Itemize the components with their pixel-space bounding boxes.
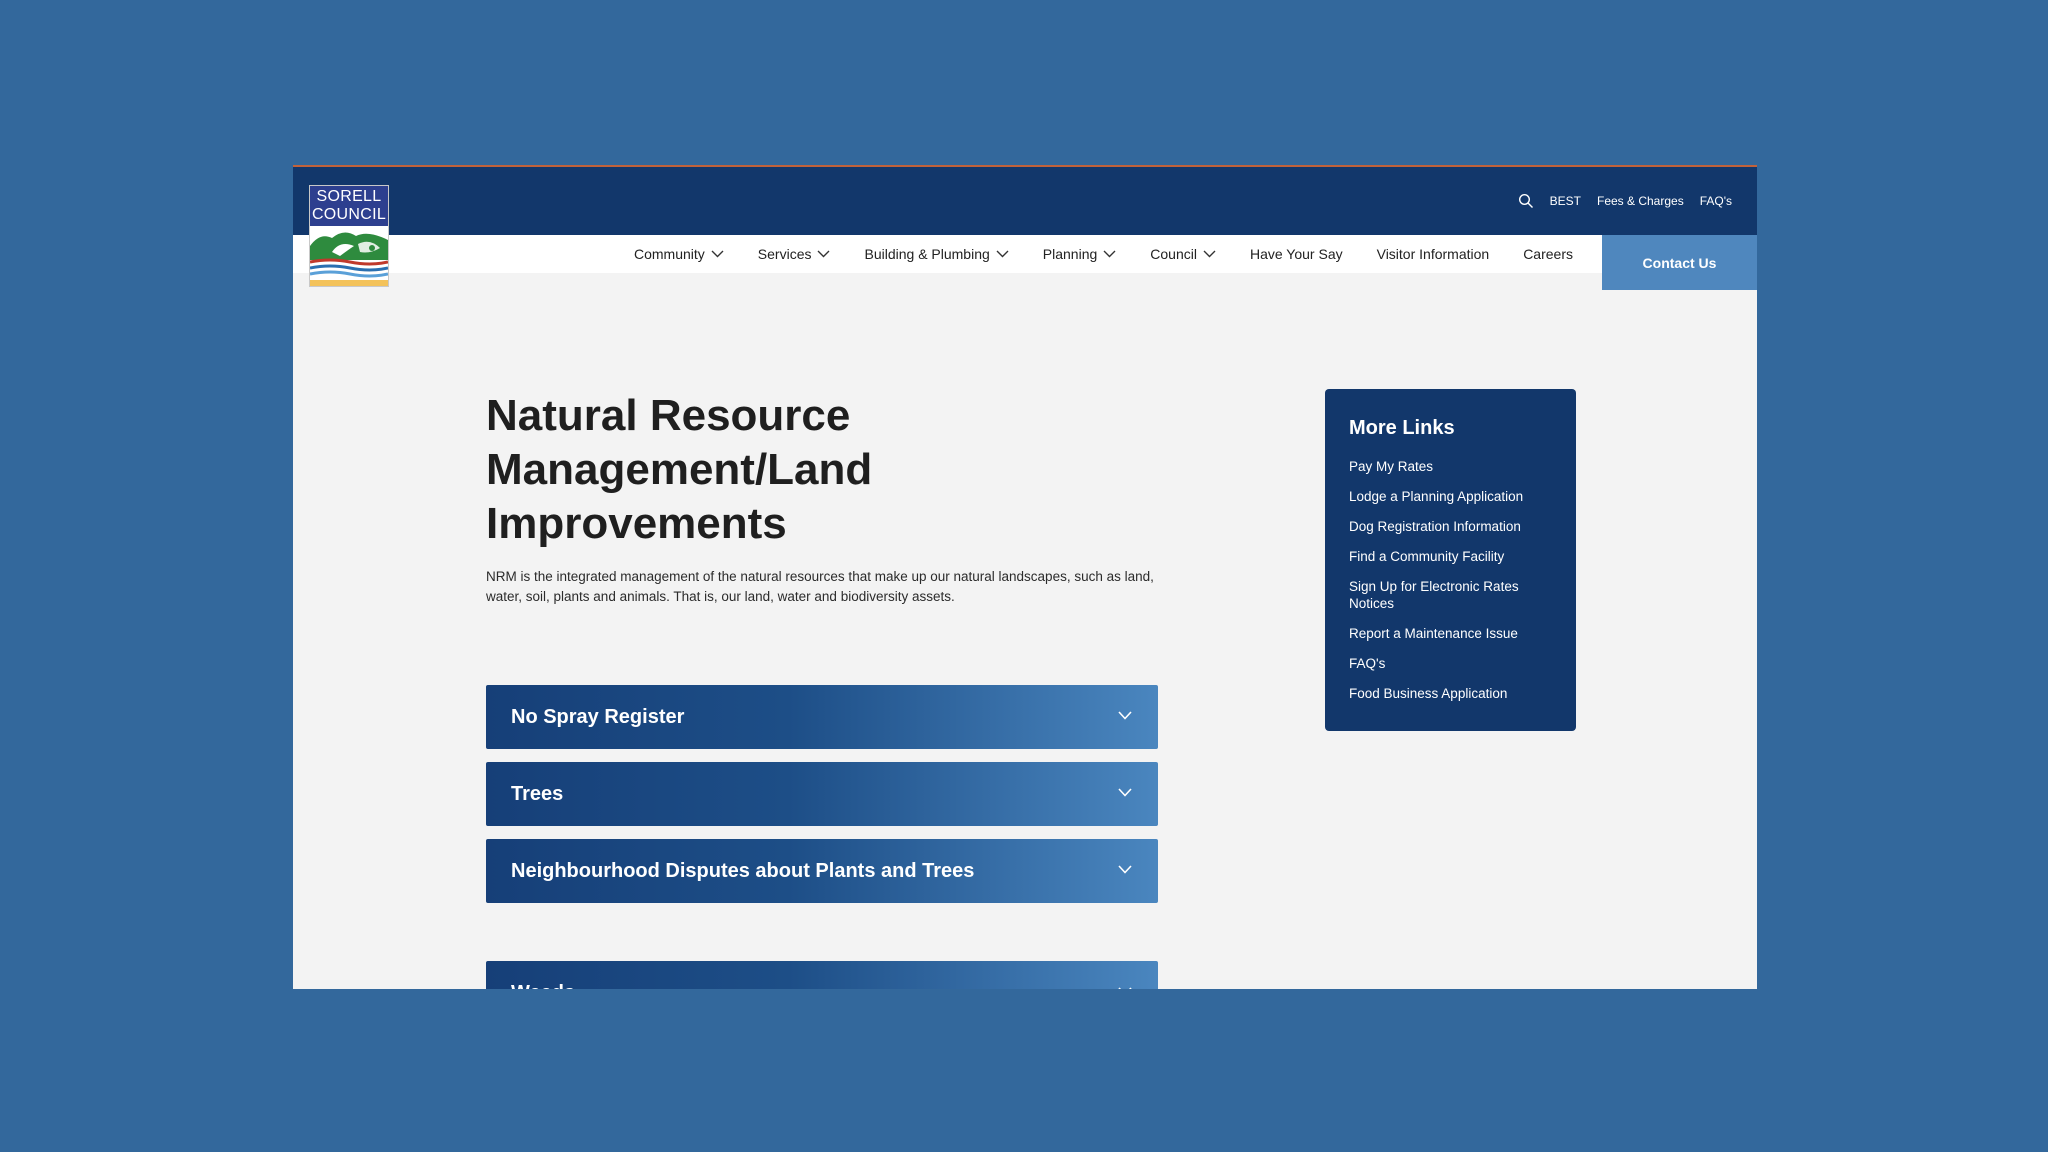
nav-item-council[interactable]: Council [1150,246,1216,262]
nav-item-label: Have Your Say [1249,246,1343,262]
nav-item-label: Community [634,246,705,262]
logo-line-1: SORELL [316,188,382,205]
nav-item-label: Planning [1042,246,1098,262]
more-links-panel: More Links Pay My Rates Lodge a Planning… [1325,389,1576,731]
nav-item-label: Council [1150,246,1197,262]
more-link-electronic-rates-notices[interactable]: Sign Up for Electronic Rates Notices [1349,578,1552,612]
more-link-food-business-application[interactable]: Food Business Application [1349,685,1552,702]
more-link-find-community-facility[interactable]: Find a Community Facility [1349,548,1552,565]
chevron-down-icon [1118,987,1132,989]
nav-item-building-plumbing[interactable]: Building & Plumbing [864,246,1009,262]
nav-menu: Community Services Building & Plumbing P… [634,235,1573,273]
main-navigation: Community Services Building & Plumbing P… [293,235,1757,273]
nav-item-label: Building & Plumbing [864,246,990,262]
utility-bar: BEST Fees & Charges FAQ's [293,167,1757,235]
accordion-weeds[interactable]: Weeds [486,961,1158,989]
more-link-faqs[interactable]: FAQ's [1349,655,1552,672]
chevron-down-icon [1203,250,1216,258]
browser-viewport: BEST Fees & Charges FAQ's Community Serv… [293,165,1757,989]
sorell-council-logo[interactable]: SORELL COUNCIL [309,185,389,287]
accordion-trees[interactable]: Trees [486,762,1158,826]
nav-item-label: Careers [1523,246,1573,262]
accordion-no-spray-register[interactable]: No Spray Register [486,685,1158,749]
accordion-neighbourhood-disputes[interactable]: Neighbourhood Disputes about Plants and … [486,839,1158,903]
nav-item-visitor-information[interactable]: Visitor Information [1377,246,1490,262]
nav-item-label: Visitor Information [1376,246,1490,262]
more-link-lodge-planning-application[interactable]: Lodge a Planning Application [1349,488,1552,505]
nav-item-planning[interactable]: Planning [1043,246,1117,262]
utility-links: BEST Fees & Charges FAQ's [1518,189,1732,213]
utility-link-best[interactable]: BEST [1550,194,1581,208]
logo-landscape-icon [310,226,388,286]
page-title: Natural Resource Management/Land Improve… [486,391,873,548]
utility-link-faqs[interactable]: FAQ's [1700,194,1732,208]
chevron-down-icon [1118,865,1132,874]
nav-item-community[interactable]: Community [634,246,724,262]
intro-paragraph: NRM is the integrated management of the … [486,569,1154,604]
nav-item-services[interactable]: Services [758,246,831,262]
accordion-label: Weeds [511,961,575,989]
nav-item-careers[interactable]: Careers [1523,246,1573,262]
chevron-down-icon [711,250,724,258]
accordion-label: Trees [511,783,564,805]
logo-wordmark: SORELL COUNCIL [310,186,388,226]
chevron-down-icon [1118,711,1132,720]
more-link-report-maintenance-issue[interactable]: Report a Maintenance Issue [1349,625,1552,642]
chevron-down-icon [1118,788,1132,797]
nav-item-have-your-say[interactable]: Have Your Say [1250,246,1343,262]
more-links-title: More Links [1349,417,1455,439]
more-link-pay-my-rates[interactable]: Pay My Rates [1349,458,1552,475]
chevron-down-icon [1103,250,1116,258]
accordion-label: Neighbourhood Disputes about Plants and … [511,860,975,882]
accordion-label: No Spray Register [511,706,685,728]
logo-line-2: COUNCIL [311,206,387,223]
nav-item-label: Services [757,246,812,262]
utility-link-fees-charges[interactable]: Fees & Charges [1597,194,1684,208]
search-icon[interactable] [1518,193,1534,209]
chevron-down-icon [817,250,830,258]
contact-us-button[interactable]: Contact Us [1602,235,1757,290]
more-link-dog-registration[interactable]: Dog Registration Information [1349,518,1552,535]
more-links-list: Pay My Rates Lodge a Planning Applicatio… [1349,458,1552,702]
chevron-down-icon [996,250,1009,258]
